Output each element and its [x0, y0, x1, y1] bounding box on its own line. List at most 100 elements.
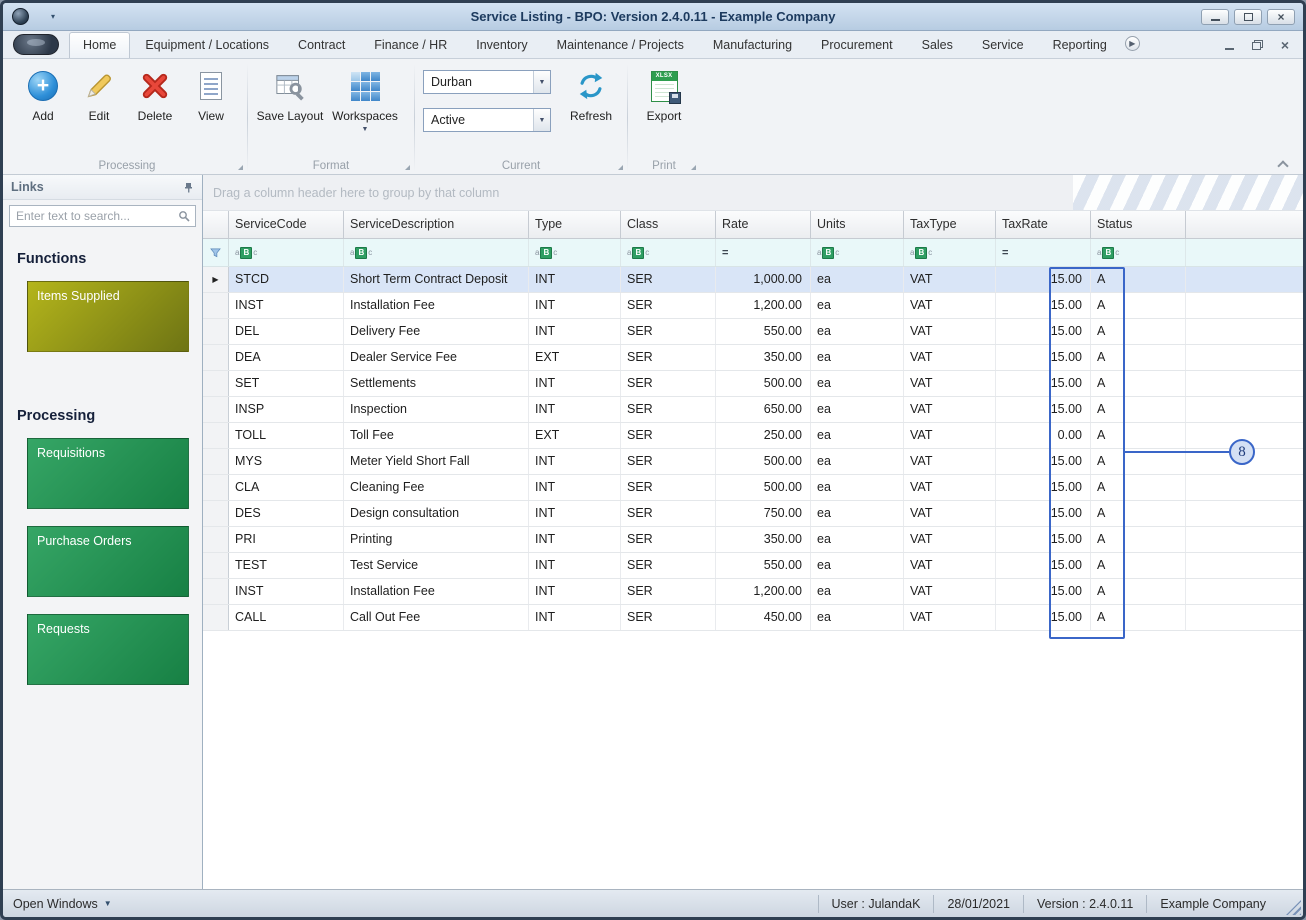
cell-rate[interactable]: 550.00 — [716, 319, 811, 344]
quick-access-dropdown-icon[interactable]: ▾ — [51, 12, 55, 21]
column-header[interactable]: ServiceDescription — [344, 211, 529, 238]
table-row[interactable]: ▶ TEST Test Service INT SER 550.00 ea VA… — [203, 553, 1303, 579]
ribbon-tab[interactable]: Finance / HR — [360, 32, 461, 58]
refresh-button[interactable]: Refresh — [563, 64, 619, 124]
open-windows-button[interactable]: Open Windows ▼ — [3, 897, 122, 911]
ribbon-tab[interactable]: Equipment / Locations — [131, 32, 283, 58]
cell-service-description[interactable]: Toll Fee — [344, 423, 529, 448]
cell-status[interactable]: A — [1091, 423, 1186, 448]
save-layout-button[interactable]: Save Layout — [256, 64, 324, 124]
cell-type[interactable]: INT — [529, 371, 621, 396]
cell-tax-type[interactable]: VAT — [904, 267, 996, 292]
cell-units[interactable]: ea — [811, 449, 904, 474]
cell-service-description[interactable]: Delivery Fee — [344, 319, 529, 344]
table-row[interactable]: ▶ DEL Delivery Fee INT SER 550.00 ea VAT… — [203, 319, 1303, 345]
cell-service-description[interactable]: Call Out Fee — [344, 605, 529, 630]
close-button[interactable]: × — [1267, 9, 1295, 25]
cell-type[interactable]: INT — [529, 501, 621, 526]
cell-status[interactable]: A — [1091, 501, 1186, 526]
table-row[interactable]: ▶ INST Installation Fee INT SER 1,200.00… — [203, 579, 1303, 605]
maximize-button[interactable] — [1234, 9, 1262, 25]
pin-icon[interactable] — [183, 182, 194, 193]
dialog-launcher-icon[interactable] — [691, 165, 696, 170]
cell-status[interactable]: A — [1091, 319, 1186, 344]
edit-button[interactable]: Edit — [71, 64, 127, 124]
cell-status[interactable]: A — [1091, 527, 1186, 552]
child-minimize-icon[interactable] — [1225, 48, 1234, 50]
cell-status[interactable]: A — [1091, 449, 1186, 474]
ribbon-tab[interactable]: Service — [968, 32, 1038, 58]
cell-status[interactable]: A — [1091, 579, 1186, 604]
cell-status[interactable]: A — [1091, 397, 1186, 422]
dialog-launcher-icon[interactable] — [618, 165, 623, 170]
ribbon-tab[interactable]: Home — [69, 32, 130, 58]
cell-class[interactable]: SER — [621, 293, 716, 318]
cell-tax-rate[interactable]: 15.00 — [996, 397, 1091, 422]
cell-units[interactable]: ea — [811, 371, 904, 396]
child-restore-icon[interactable] — [1252, 40, 1263, 50]
column-header[interactable]: TaxType — [904, 211, 996, 238]
cell-units[interactable]: ea — [811, 397, 904, 422]
cell-units[interactable]: ea — [811, 553, 904, 578]
group-by-band[interactable]: Drag a column header here to group by th… — [203, 175, 1303, 211]
cell-service-code[interactable]: CALL — [229, 605, 344, 630]
cell-service-description[interactable]: Meter Yield Short Fall — [344, 449, 529, 474]
cell-tax-type[interactable]: VAT — [904, 293, 996, 318]
table-row[interactable]: ▶ DEA Dealer Service Fee EXT SER 350.00 … — [203, 345, 1303, 371]
cell-class[interactable]: SER — [621, 449, 716, 474]
filter-cell[interactable]: aBc = — [344, 239, 529, 266]
column-header[interactable]: Class — [621, 211, 716, 238]
table-row[interactable]: ▶ DES Design consultation INT SER 750.00… — [203, 501, 1303, 527]
dialog-launcher-icon[interactable] — [238, 165, 243, 170]
cell-type[interactable]: INT — [529, 475, 621, 500]
table-row[interactable]: ▶ INSP Inspection INT SER 650.00 ea VAT … — [203, 397, 1303, 423]
cell-class[interactable]: SER — [621, 371, 716, 396]
cell-tax-type[interactable]: VAT — [904, 371, 996, 396]
column-header[interactable]: ServiceCode — [229, 211, 344, 238]
cell-tax-rate[interactable]: 15.00 — [996, 267, 1091, 292]
cell-tax-rate[interactable]: 15.00 — [996, 449, 1091, 474]
column-header[interactable]: Status — [1091, 211, 1186, 238]
cell-type[interactable]: INT — [529, 553, 621, 578]
cell-tax-type[interactable]: VAT — [904, 397, 996, 422]
collapse-ribbon-icon[interactable] — [1278, 159, 1287, 168]
cell-rate[interactable]: 1,200.00 — [716, 579, 811, 604]
ribbon-tab[interactable]: Inventory — [462, 32, 541, 58]
cell-rate[interactable]: 650.00 — [716, 397, 811, 422]
cell-type[interactable]: EXT — [529, 423, 621, 448]
cell-units[interactable]: ea — [811, 527, 904, 552]
column-header[interactable]: Rate — [716, 211, 811, 238]
cell-type[interactable]: INT — [529, 397, 621, 422]
sidebar-tile[interactable]: Requests — [27, 614, 189, 685]
cell-class[interactable]: SER — [621, 527, 716, 552]
cell-class[interactable]: SER — [621, 553, 716, 578]
ribbon-tab[interactable]: Procurement — [807, 32, 907, 58]
cell-service-description[interactable]: Inspection — [344, 397, 529, 422]
cell-service-description[interactable]: Dealer Service Fee — [344, 345, 529, 370]
cell-tax-type[interactable]: VAT — [904, 423, 996, 448]
cell-type[interactable]: INT — [529, 579, 621, 604]
cell-service-code[interactable]: CLA — [229, 475, 344, 500]
cell-service-code[interactable]: DEA — [229, 345, 344, 370]
cell-rate[interactable]: 450.00 — [716, 605, 811, 630]
cell-units[interactable]: ea — [811, 475, 904, 500]
cell-tax-rate[interactable]: 15.00 — [996, 579, 1091, 604]
cell-rate[interactable]: 250.00 — [716, 423, 811, 448]
filter-cell[interactable]: aBc = — [996, 239, 1091, 266]
cell-units[interactable]: ea — [811, 345, 904, 370]
cell-class[interactable]: SER — [621, 345, 716, 370]
cell-class[interactable]: SER — [621, 605, 716, 630]
cell-type[interactable]: INT — [529, 527, 621, 552]
cell-tax-type[interactable]: VAT — [904, 475, 996, 500]
table-row[interactable]: ▶ CLA Cleaning Fee INT SER 500.00 ea VAT… — [203, 475, 1303, 501]
search-input[interactable] — [10, 209, 178, 223]
filter-cell[interactable]: aBc = — [716, 239, 811, 266]
cell-tax-rate[interactable]: 15.00 — [996, 475, 1091, 500]
cell-status[interactable]: A — [1091, 553, 1186, 578]
cell-tax-rate[interactable]: 15.00 — [996, 319, 1091, 344]
cell-service-description[interactable]: Short Term Contract Deposit — [344, 267, 529, 292]
resize-grip[interactable] — [1286, 900, 1301, 915]
cell-units[interactable]: ea — [811, 579, 904, 604]
cell-tax-type[interactable]: VAT — [904, 319, 996, 344]
ribbon-tab[interactable]: Sales — [908, 32, 967, 58]
